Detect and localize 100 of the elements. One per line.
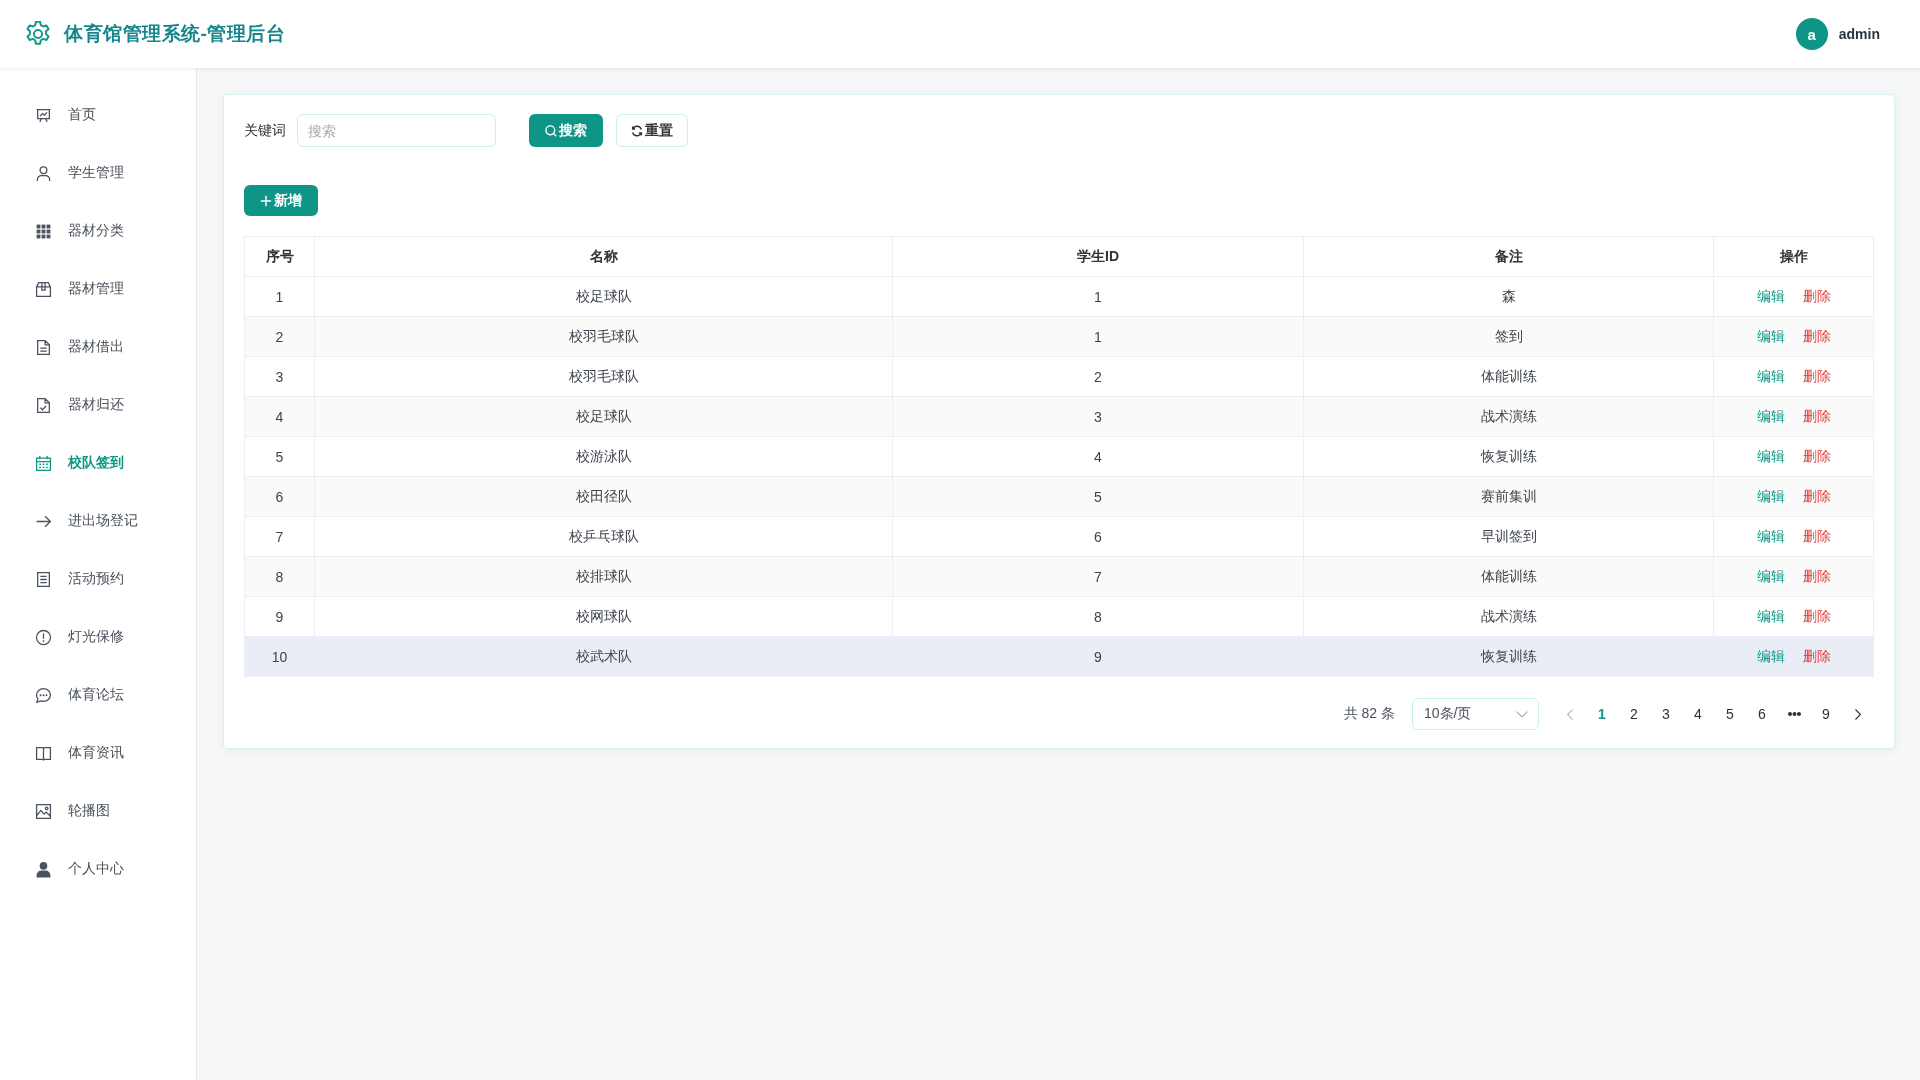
page-button[interactable]: 3 [1650, 698, 1682, 730]
page-button[interactable]: 5 [1714, 698, 1746, 730]
sidebar-item[interactable]: 体育资讯 [0, 724, 196, 782]
table-cell: 赛前集训 [1303, 476, 1714, 517]
table-cell: 校乒乓球队 [314, 516, 893, 557]
sidebar-item[interactable]: 体育论坛 [0, 666, 196, 724]
column-header: 学生ID [892, 236, 1304, 277]
sidebar-item[interactable]: 灯光保修 [0, 608, 196, 666]
page-size-select[interactable]: 10条/页 [1412, 698, 1539, 730]
sidebar-item[interactable]: 轮播图 [0, 782, 196, 840]
chevron-down-icon [1516, 710, 1528, 718]
edit-link[interactable]: 编辑 [1756, 527, 1785, 546]
table-row[interactable]: 4 校足球队 3 战术演练 编辑 删除 [244, 396, 1874, 437]
table-cell: 6 [244, 476, 315, 517]
delete-link[interactable]: 删除 [1802, 487, 1831, 506]
column-header: 备注 [1303, 236, 1714, 277]
sidebar-item[interactable]: 器材管理 [0, 260, 196, 318]
image-icon [35, 802, 52, 820]
total-count: 共 82 条 [1343, 705, 1395, 723]
table-row[interactable]: 9 校网球队 8 战术演练 编辑 删除 [244, 596, 1874, 637]
table-cell: 恢复训练 [1303, 436, 1714, 477]
page-button[interactable]: 1 [1586, 698, 1618, 730]
warning-icon [35, 628, 52, 646]
box-icon [35, 280, 52, 298]
delete-link[interactable]: 删除 [1802, 647, 1831, 666]
table-cell: 1 [892, 276, 1304, 317]
user-name[interactable]: admin [1838, 26, 1880, 42]
search-button[interactable]: 搜索 [529, 114, 603, 147]
page-button[interactable]: 9 [1810, 698, 1842, 730]
edit-link[interactable]: 编辑 [1756, 407, 1785, 426]
edit-link[interactable]: 编辑 [1756, 327, 1785, 346]
edit-link[interactable]: 编辑 [1756, 567, 1785, 586]
page-button[interactable]: 2 [1618, 698, 1650, 730]
table-cell: 校羽毛球队 [314, 356, 893, 397]
keyword-label: 关键词 [244, 121, 286, 140]
sidebar-item[interactable]: 校队签到 [0, 434, 196, 492]
delete-link[interactable]: 删除 [1802, 607, 1831, 626]
table-row[interactable]: 7 校乒乓球队 6 早训签到 编辑 删除 [244, 516, 1874, 557]
table-row[interactable]: 6 校田径队 5 赛前集训 编辑 删除 [244, 476, 1874, 517]
delete-link[interactable]: 删除 [1802, 287, 1831, 306]
grid-icon [35, 222, 52, 240]
document-icon [35, 338, 52, 356]
user-avatar[interactable]: a [1795, 18, 1828, 50]
delete-link[interactable]: 删除 [1802, 367, 1831, 386]
table-row[interactable]: 2 校羽毛球队 1 签到 编辑 删除 [244, 316, 1874, 357]
table-cell: 体能训练 [1303, 556, 1714, 597]
delete-link[interactable]: 删除 [1802, 527, 1831, 546]
table-row[interactable]: 3 校羽毛球队 2 体能训练 编辑 删除 [244, 356, 1874, 397]
add-button[interactable]: 新增 [244, 185, 318, 216]
chevron-right-icon [1855, 708, 1861, 720]
edit-link[interactable]: 编辑 [1756, 487, 1785, 506]
sidebar-item[interactable]: 进出场登记 [0, 492, 196, 550]
table-cell: 9 [244, 596, 315, 637]
table-cell: 3 [244, 356, 315, 397]
table-cell: 恢复训练 [1303, 636, 1714, 677]
table-cell: 校网球队 [314, 596, 893, 637]
table-cell: 森 [1303, 276, 1714, 317]
table-row[interactable]: 10 校武术队 9 恢复训练 编辑 删除 [244, 636, 1874, 677]
edit-link[interactable]: 编辑 [1756, 607, 1785, 626]
sidebar-item[interactable]: 器材归还 [0, 376, 196, 434]
delete-link[interactable]: 删除 [1802, 567, 1831, 586]
table-row[interactable]: 5 校游泳队 4 恢复训练 编辑 删除 [244, 436, 1874, 477]
table-cell: 校足球队 [314, 396, 893, 437]
sidebar-item[interactable]: 器材分类 [0, 202, 196, 260]
column-header: 序号 [244, 236, 315, 277]
sidebar-item[interactable]: 活动预约 [0, 550, 196, 608]
column-header: 名称 [314, 236, 893, 277]
page-button[interactable]: 6 [1746, 698, 1778, 730]
table-cell: 5 [892, 476, 1304, 517]
delete-link[interactable]: 删除 [1802, 327, 1831, 346]
sidebar-item[interactable]: 个人中心 [0, 840, 196, 898]
delete-link[interactable]: 删除 [1802, 407, 1831, 426]
sidebar-item[interactable]: 首页 [0, 86, 196, 144]
table-cell: 校武术队 [314, 636, 893, 677]
sidebar-item[interactable]: 学生管理 [0, 144, 196, 202]
calendar-icon [35, 454, 52, 472]
table-cell: 校游泳队 [314, 436, 893, 477]
edit-link[interactable]: 编辑 [1756, 447, 1785, 466]
user-icon [35, 164, 52, 182]
table-cell: 5 [244, 436, 315, 477]
page-button[interactable]: 4 [1682, 698, 1714, 730]
table-row[interactable]: 1 校足球队 1 森 编辑 删除 [244, 276, 1874, 317]
table-cell: 4 [244, 396, 315, 437]
list-document-icon [35, 570, 52, 588]
table-row[interactable]: 8 校排球队 7 体能训练 编辑 删除 [244, 556, 1874, 597]
table-cell: 早训签到 [1303, 516, 1714, 557]
edit-link[interactable]: 编辑 [1756, 367, 1785, 386]
table-cell: 战术演练 [1303, 396, 1714, 437]
search-field[interactable]: 搜索 [297, 114, 496, 147]
document-check-icon [35, 396, 52, 414]
table-cell: 1 [244, 276, 315, 317]
edit-link[interactable]: 编辑 [1756, 287, 1785, 306]
table-cell: 4 [892, 436, 1304, 477]
reset-button[interactable]: 重置 [616, 114, 688, 147]
settings-icon [25, 21, 51, 47]
table-cell: 校羽毛球队 [314, 316, 893, 357]
delete-link[interactable]: 删除 [1802, 447, 1831, 466]
sidebar-item[interactable]: 器材借出 [0, 318, 196, 376]
book-icon [35, 744, 52, 762]
presentation-chart-icon [35, 106, 52, 124]
